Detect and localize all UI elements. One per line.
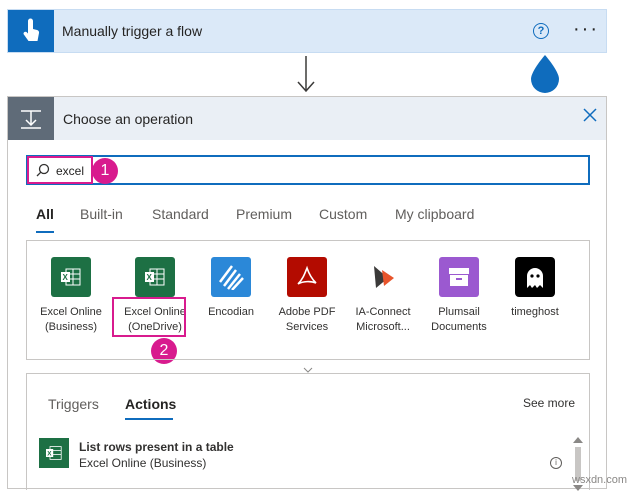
excel-icon: X — [51, 257, 91, 297]
see-more-link[interactable]: See more — [523, 396, 575, 410]
tab-actions[interactable]: Actions — [125, 396, 176, 412]
more-options-icon[interactable]: ··· — [573, 18, 599, 41]
svg-text:X: X — [47, 450, 52, 457]
collapse-toggle[interactable] — [26, 359, 590, 373]
connector-label: IA-Connect — [355, 306, 411, 318]
connector-encodian[interactable]: Encodian — [191, 257, 271, 320]
connector-adobe-pdf-services[interactable]: Adobe PDF Services — [267, 257, 347, 335]
connector-timeghost[interactable]: timeghost — [495, 257, 575, 320]
connector-excel-online-business[interactable]: X Excel Online (Business) — [31, 257, 111, 335]
tab-custom[interactable]: Custom — [319, 206, 367, 222]
highlight-box-connector — [112, 297, 186, 337]
results-scrollbar[interactable] — [573, 437, 583, 495]
connector-label: Adobe PDF — [278, 306, 336, 318]
down-arrow-icon — [297, 56, 315, 93]
connector-label: Encodian — [208, 306, 254, 318]
tab-active-indicator — [36, 231, 54, 233]
step-badge-1: 1 — [92, 158, 118, 184]
connector-label: timeghost — [511, 306, 559, 318]
action-list-rows[interactable]: X List rows present in a table Excel Onl… — [39, 438, 559, 478]
excel-icon: X — [135, 257, 175, 297]
connector-ia-connect[interactable]: IA-Connect Microsoft... — [343, 257, 423, 335]
tab-premium[interactable]: Premium — [236, 206, 292, 222]
subtab-active-indicator — [125, 418, 173, 420]
action-title: List rows present in a table — [79, 440, 234, 454]
connector-label: Plumsail — [438, 306, 480, 318]
tab-triggers[interactable]: Triggers — [48, 396, 99, 412]
close-icon[interactable] — [582, 107, 598, 123]
excel-icon: X — [39, 438, 69, 468]
svg-text:X: X — [147, 273, 153, 282]
svg-text:X: X — [63, 273, 69, 282]
scroll-up-icon[interactable] — [573, 437, 583, 443]
operation-icon — [8, 97, 54, 140]
tab-my-clipboard[interactable]: My clipboard — [395, 206, 474, 222]
connector-label: (Business) — [45, 321, 97, 333]
touch-icon — [8, 10, 54, 52]
info-icon[interactable]: i — [550, 457, 562, 469]
connector-grid: X Excel Online (Business) X Excel Online (… — [26, 240, 590, 360]
action-subtitle: Excel Online (Business) — [79, 456, 207, 470]
plumsail-icon — [439, 257, 479, 297]
timeghost-icon — [515, 257, 555, 297]
tab-all[interactable]: All — [36, 206, 54, 222]
panel-title: Choose an operation — [63, 111, 193, 127]
trigger-card[interactable]: Manually trigger a flow ? ··· — [7, 9, 607, 53]
connector-plumsail-documents[interactable]: Plumsail Documents — [419, 257, 499, 335]
tab-standard[interactable]: Standard — [152, 206, 209, 222]
connector-label: Excel Online — [40, 306, 102, 318]
connector-label: Microsoft... — [356, 321, 410, 333]
watermark: wsxdn.com — [572, 474, 627, 486]
connector-label: Services — [285, 321, 329, 333]
connector-label: Documents — [431, 321, 487, 333]
encodian-icon — [211, 257, 251, 297]
help-icon[interactable]: ? — [533, 23, 549, 39]
ia-connect-icon — [363, 257, 403, 297]
panel-header: Choose an operation — [8, 97, 606, 140]
highlight-box-search — [27, 156, 93, 184]
results-section: Triggers Actions See more X List rows pr… — [26, 373, 590, 490]
choose-operation-panel: Choose an operation excel 1 All Built-in… — [7, 96, 607, 491]
trigger-title: Manually trigger a flow — [62, 23, 203, 39]
tab-built-in[interactable]: Built-in — [80, 206, 123, 222]
insert-step-icon[interactable] — [529, 53, 561, 93]
adobe-pdf-icon — [287, 257, 327, 297]
